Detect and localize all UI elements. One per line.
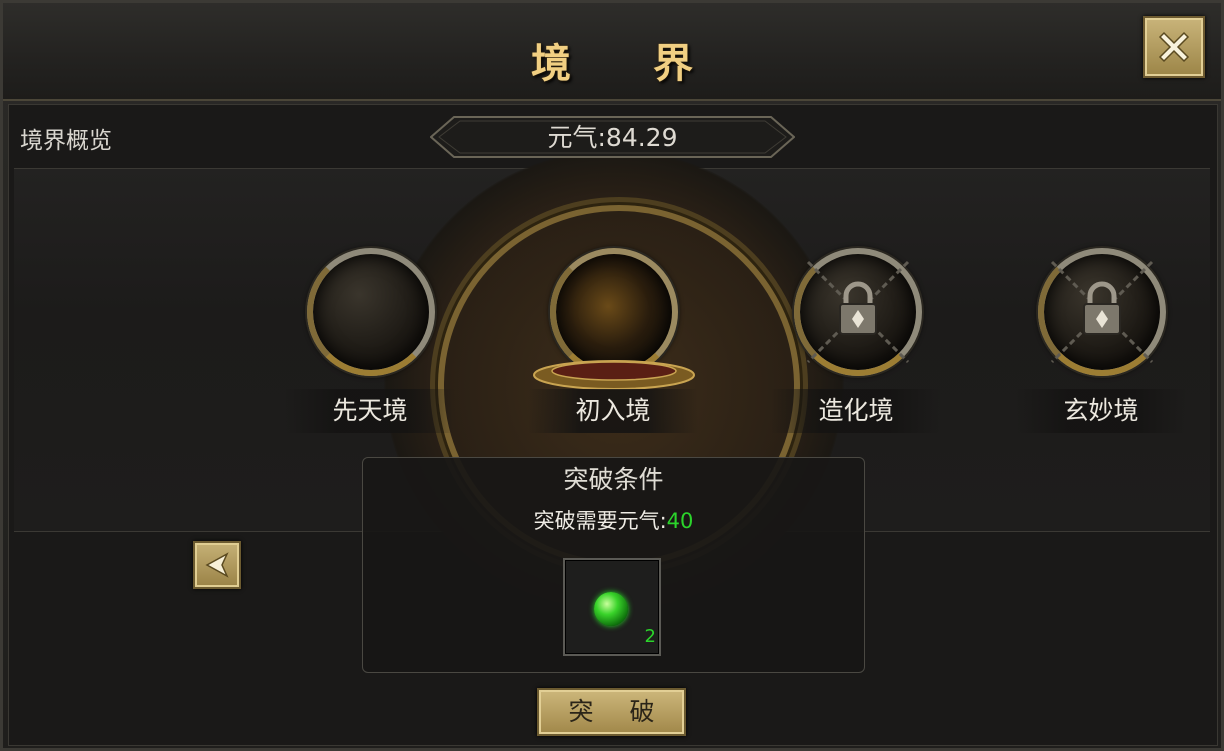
requirement-value: 40: [666, 509, 694, 533]
breakthrough-title: 突破条件: [563, 465, 664, 494]
lock-icon: [1050, 260, 1154, 364]
close-x-icon: [1158, 31, 1190, 63]
green-orb-icon: [594, 592, 628, 626]
lock-icon: [806, 260, 910, 364]
realm-label: 先天境: [285, 389, 455, 433]
breakthrough-button[interactable]: 突 破: [537, 688, 686, 736]
back-button[interactable]: [193, 541, 241, 589]
realm-label-current: 初入境: [528, 389, 698, 433]
qi-value: 元气:84.29: [547, 123, 678, 152]
realm-pedestal: [533, 360, 695, 390]
window-title: 境 界: [531, 40, 727, 87]
requirement-label: 突破需要元气:: [533, 509, 667, 533]
realm-label: 造化境: [771, 389, 941, 433]
realm-orb-xiantian[interactable]: [307, 248, 435, 376]
close-button[interactable]: [1143, 16, 1205, 78]
overview-label: 境界概览: [20, 128, 112, 154]
item-count: 2: [644, 626, 656, 647]
arrow-left-icon: [205, 552, 229, 578]
breakthrough-requirement: 突破需要元气:40: [362, 505, 865, 535]
title-bar: 境 界: [3, 3, 1221, 101]
realm-label: 玄妙境: [1016, 389, 1186, 433]
